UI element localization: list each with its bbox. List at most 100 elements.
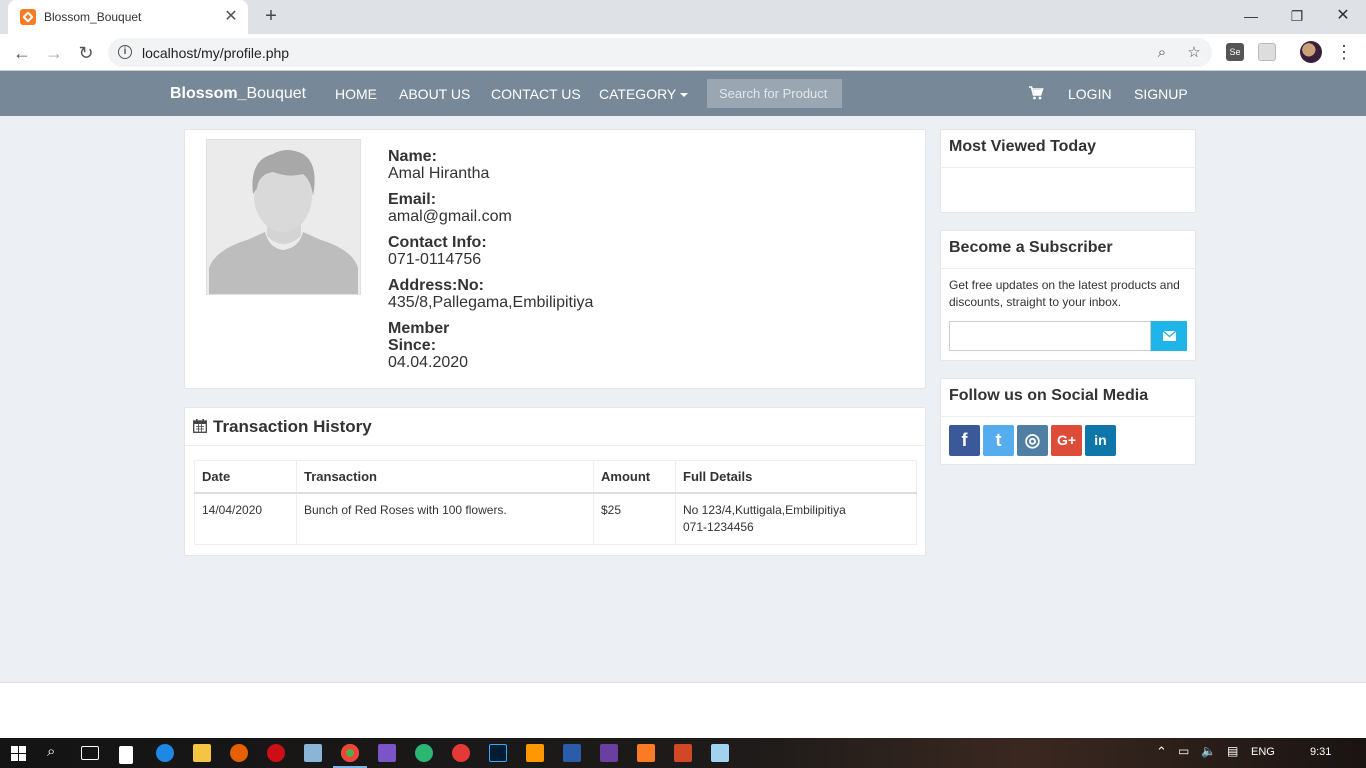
- clock[interactable]: 9:31: [1310, 746, 1331, 758]
- browser-menu-icon[interactable]: ⋮: [1334, 40, 1354, 64]
- subscribe-button[interactable]: [1151, 321, 1187, 351]
- facebook-icon[interactable]: f: [949, 425, 980, 456]
- tab-title: Blossom_Bouquet: [44, 10, 142, 24]
- nav-about-us[interactable]: ABOUT US: [399, 86, 470, 102]
- brand-logo[interactable]: Blossom_Bouquet: [170, 85, 306, 103]
- divider: [941, 167, 1195, 168]
- column-header-full-details: Full Details: [675, 460, 917, 494]
- subscriber-panel: Become a Subscriber Get free updates on …: [940, 230, 1196, 361]
- edge-icon[interactable]: [156, 744, 174, 762]
- nav-home[interactable]: HOME: [335, 86, 377, 102]
- linkedin-icon[interactable]: in: [1085, 425, 1116, 456]
- store-icon[interactable]: [119, 746, 133, 764]
- subscribe-email-input[interactable]: [949, 321, 1151, 351]
- social-title: Follow us on Social Media: [949, 387, 1149, 404]
- close-window-button[interactable]: ✕: [1320, 4, 1366, 28]
- contact-label: Contact Info:: [388, 234, 487, 251]
- zoom-icon[interactable]: ⌕: [1152, 43, 1172, 63]
- most-viewed-title: Most Viewed Today: [949, 138, 1096, 155]
- cell-date: 14/04/2020: [194, 492, 297, 545]
- reload-button[interactable]: ↻: [73, 40, 99, 66]
- visual-studio-icon[interactable]: [600, 744, 618, 762]
- xampp-favicon-icon: [20, 9, 36, 25]
- nav-category-dropdown[interactable]: CATEGORY: [599, 86, 689, 102]
- transaction-table: Date Transaction Amount Full Details 14/…: [194, 460, 917, 545]
- minimize-button[interactable]: —: [1228, 4, 1274, 28]
- visio-icon[interactable]: [563, 744, 581, 762]
- most-viewed-panel: Most Viewed Today: [940, 129, 1196, 213]
- visual-studio-icon[interactable]: [378, 744, 396, 762]
- name-label: Name:: [388, 148, 437, 165]
- close-tab-icon[interactable]: ✕: [222, 8, 240, 26]
- selenium-extension-icon[interactable]: Se: [1226, 43, 1244, 61]
- calendar-icon: [193, 419, 207, 433]
- app-icon[interactable]: [415, 744, 433, 762]
- twitter-icon[interactable]: t: [983, 425, 1014, 456]
- notepad-icon[interactable]: [711, 744, 729, 762]
- profile-avatar[interactable]: [1300, 41, 1322, 63]
- table-header-row: Date Transaction Amount Full Details: [194, 460, 917, 494]
- powerpoint-icon[interactable]: [674, 744, 692, 762]
- media-player-icon[interactable]: [452, 744, 470, 762]
- tray-chevron-up-icon[interactable]: ⌃: [1156, 744, 1167, 760]
- divider: [941, 268, 1195, 269]
- keyboard-icon[interactable]: ▤: [1227, 744, 1238, 758]
- info-icon[interactable]: i: [118, 45, 132, 59]
- google-plus-icon[interactable]: G+: [1051, 425, 1082, 456]
- browser-tab[interactable]: Blossom_Bouquet ✕: [8, 0, 248, 34]
- social-media-panel: Follow us on Social Media f t ◎ G+ in: [940, 378, 1196, 465]
- battery-icon[interactable]: ▭: [1178, 744, 1189, 758]
- profile-panel: Name: Amal Hirantha Email: amal@gmail.co…: [184, 129, 926, 389]
- profile-avatar-image: [206, 139, 361, 295]
- sublime-text-icon[interactable]: [526, 744, 544, 762]
- column-header-amount: Amount: [593, 460, 676, 494]
- table-row: 14/04/2020 Bunch of Red Roses with 100 f…: [194, 492, 917, 545]
- address-label: Address:No:: [388, 277, 485, 294]
- browser-toolbar: ← → ↻ i localhost/my/profile.php ⌕ ☆ Se …: [0, 34, 1366, 71]
- nav-login[interactable]: LOGIN: [1068, 86, 1112, 102]
- forward-button[interactable]: →: [41, 40, 67, 66]
- shopping-cart-icon[interactable]: [1028, 85, 1044, 101]
- maximize-button[interactable]: ❐: [1274, 4, 1320, 28]
- divider: [941, 416, 1195, 417]
- name-value: Amal Hirantha: [388, 165, 490, 182]
- email-value: amal@gmail.com: [388, 208, 512, 225]
- bookmark-star-icon[interactable]: ☆: [1184, 43, 1204, 63]
- windows-taskbar: ⌕ ⌃ ▭ 🔈 ▤ ENG 9:31: [0, 738, 1366, 768]
- nav-contact-us[interactable]: CONTACT US: [491, 86, 581, 102]
- cell-amount: $25: [593, 492, 676, 545]
- firefox-icon[interactable]: [230, 744, 248, 762]
- volume-icon[interactable]: 🔈: [1201, 744, 1216, 758]
- search-icon[interactable]: ⌕: [47, 743, 55, 760]
- divider: [185, 445, 925, 446]
- language-indicator[interactable]: ENG: [1251, 746, 1275, 758]
- back-button[interactable]: ←: [9, 40, 35, 66]
- caret-down-icon: [680, 93, 689, 98]
- address-value: 435/8,Pallegama,Embilipitiya: [388, 294, 594, 311]
- chrome-icon[interactable]: [341, 744, 359, 762]
- subscriber-title: Become a Subscriber: [949, 239, 1113, 256]
- cell-transaction: Bunch of Red Roses with 100 flowers.: [296, 492, 594, 545]
- xampp-icon[interactable]: [637, 744, 655, 762]
- app-icon[interactable]: [304, 744, 322, 762]
- envelope-icon: [1162, 330, 1177, 341]
- member-since-label-line1: Member: [388, 320, 450, 337]
- user-silhouette-icon: [207, 140, 360, 294]
- instagram-icon[interactable]: ◎: [1017, 425, 1048, 456]
- column-header-date: Date: [194, 460, 297, 494]
- member-since-value: 04.04.2020: [388, 354, 469, 371]
- address-bar[interactable]: i localhost/my/profile.php ⌕ ☆: [108, 38, 1212, 67]
- member-since-label-line2: Since:: [388, 337, 437, 354]
- nav-signup[interactable]: SIGNUP: [1134, 86, 1188, 102]
- photoshop-icon[interactable]: [489, 744, 507, 762]
- site-navbar: Blossom_Bouquet HOME ABOUT US CONTACT US…: [0, 71, 1366, 116]
- new-tab-button[interactable]: +: [260, 6, 282, 28]
- opera-icon[interactable]: [267, 744, 285, 762]
- extension-icon[interactable]: [1258, 43, 1276, 61]
- windows-start-icon[interactable]: [11, 746, 26, 761]
- product-search-input[interactable]: [707, 79, 842, 108]
- file-explorer-icon[interactable]: [193, 744, 211, 762]
- subscriber-description: Get free updates on the latest products …: [949, 278, 1180, 309]
- task-view-icon[interactable]: [81, 746, 99, 760]
- url-text[interactable]: localhost/my/profile.php: [142, 45, 289, 61]
